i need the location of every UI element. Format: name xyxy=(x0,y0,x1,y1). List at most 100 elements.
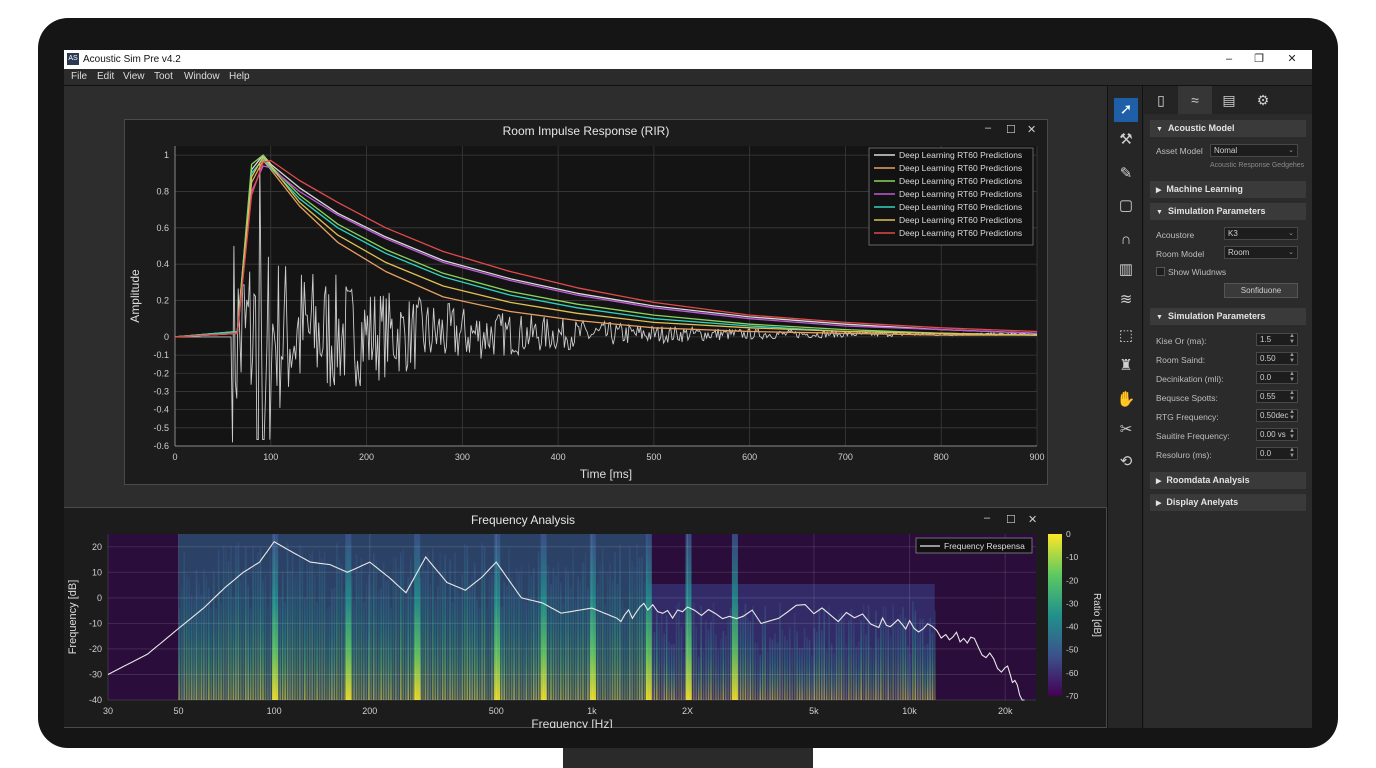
spectrogram-column xyxy=(180,588,183,700)
spectrogram-column xyxy=(833,652,835,700)
chevron-down-icon: ⌄ xyxy=(1288,230,1294,237)
curve-icon[interactable]: ∩ xyxy=(1114,228,1138,252)
param-label: RTG Frequency: xyxy=(1156,412,1219,422)
rir-minimize-button[interactable]: – xyxy=(985,122,991,134)
spectrogram-column xyxy=(510,577,513,700)
grid-select-icon[interactable]: ⬚ xyxy=(1114,324,1138,348)
rir-close-button[interactable]: ✕ xyxy=(1027,123,1036,136)
document-icon[interactable]: ▯ xyxy=(1144,86,1178,114)
spectrum-icon[interactable]: ≈ xyxy=(1178,86,1212,114)
menu-edit[interactable]: Edit xyxy=(97,71,114,82)
workspace: Room Impulse Response (RIR) – ☐ ✕ 0 100 20… xyxy=(64,86,1107,728)
spectrogram-column xyxy=(436,585,439,700)
freq-legend-label: Frequency Respensa xyxy=(944,541,1025,551)
section-display-analysis-label: Display Anelyats xyxy=(1166,497,1239,507)
spectrogram-column xyxy=(606,573,609,700)
freq-minimize-button[interactable]: – xyxy=(984,512,990,524)
spectrogram-column xyxy=(257,552,259,700)
asset-model-select[interactable]: Nomal ⌄ xyxy=(1210,144,1298,157)
rectangle-icon[interactable]: ▢ xyxy=(1114,194,1138,218)
rir-x-tick-label: 800 xyxy=(934,452,949,462)
crosshair-icon[interactable]: ✂ xyxy=(1114,418,1138,442)
settings-icon[interactable]: ⚙ xyxy=(1246,86,1280,114)
rir-x-tick-label: 700 xyxy=(838,452,853,462)
menu-tool[interactable]: Toot xyxy=(154,71,173,82)
section-display-analysis[interactable]: ▶ Display Anelyats xyxy=(1150,494,1306,511)
section-roomdata-analysis[interactable]: ▶ Roomdata Analysis xyxy=(1150,472,1306,489)
rir-y-axis-label: Amplitude xyxy=(128,269,142,323)
rir-x-axis-label: Time [ms] xyxy=(580,467,632,481)
maximize-button[interactable]: ❐ xyxy=(1244,51,1274,68)
spectrogram-column xyxy=(358,571,360,700)
chevron-down-icon: ⌄ xyxy=(1288,147,1294,154)
freq-x-tick-label: 50 xyxy=(173,706,183,716)
spectrogram-column xyxy=(926,643,929,700)
param-input[interactable]: 0.0 ▲ ▼ xyxy=(1256,371,1298,384)
tool-strip: ➚ ⚒ ✎ ▢ ∩ ▥ ≋ ⬚ ♜ ✋ ✂ ⟲ xyxy=(1107,86,1143,728)
spectrogram-column xyxy=(409,558,412,700)
section-simulation-parameters-2[interactable]: ▼ Simulation Parameters xyxy=(1150,308,1306,325)
spectrogram-column xyxy=(852,624,855,700)
menu-view[interactable]: View xyxy=(123,71,145,82)
magic-wand-icon[interactable]: ⚒ xyxy=(1114,128,1138,152)
spectrogram-column xyxy=(656,612,658,700)
param-input[interactable]: 0.50dec ▲ ▼ xyxy=(1256,409,1298,422)
close-button[interactable]: ✕ xyxy=(1277,51,1307,68)
spectrogram-column xyxy=(537,551,540,700)
param-label: Resoluro (ms): xyxy=(1156,450,1212,460)
waveform-icon[interactable]: ≋ xyxy=(1114,288,1138,312)
table-icon[interactable]: ▤ xyxy=(1212,86,1246,114)
menu-help[interactable]: Help xyxy=(229,71,250,82)
freq-x-tick-label: 30 xyxy=(103,706,113,716)
spectrogram-column xyxy=(798,647,801,700)
spectrogram-column xyxy=(877,637,880,700)
spectrogram-column xyxy=(904,617,907,700)
section-machine-learning[interactable]: ▶ Machine Learning xyxy=(1150,181,1306,198)
freq-maximize-button[interactable]: ☐ xyxy=(1006,513,1016,526)
param-input[interactable]: 0.00 vs ▲ ▼ xyxy=(1256,428,1298,441)
histogram-icon[interactable]: ▥ xyxy=(1114,258,1138,282)
spectrogram-column xyxy=(668,641,670,700)
spectrogram-column xyxy=(560,582,562,700)
spectrogram-column xyxy=(848,619,850,700)
frequency-panel-title: Frequency Analysis xyxy=(470,513,576,527)
chevron-down-icon: ⌄ xyxy=(1288,249,1294,256)
configure-button[interactable]: Sonfiduone xyxy=(1224,283,1298,298)
spectral-band xyxy=(494,534,501,700)
pencil-icon[interactable]: ✎ xyxy=(1114,162,1138,186)
spectrogram-column xyxy=(518,572,520,700)
spectrogram-column xyxy=(212,570,215,700)
spectrogram-column xyxy=(299,544,301,700)
freq-close-button[interactable]: ✕ xyxy=(1028,513,1037,526)
spectrogram-column xyxy=(220,602,222,700)
room-model-select[interactable]: Room ⌄ xyxy=(1224,246,1298,259)
minimize-button[interactable]: – xyxy=(1214,51,1244,68)
param-input[interactable]: 1.5 ▲ ▼ xyxy=(1256,333,1298,346)
rotate-icon[interactable]: ⟲ xyxy=(1114,450,1138,474)
spectrogram-column xyxy=(756,643,759,700)
stamp-icon[interactable]: ♜ xyxy=(1114,354,1138,378)
rir-y-tick-label: 0.4 xyxy=(156,259,169,269)
spectrogram-column xyxy=(230,545,232,700)
spectrogram-column xyxy=(816,631,818,700)
param-input[interactable]: 0.0 ▲ ▼ xyxy=(1256,447,1298,460)
show-windows-checkbox[interactable] xyxy=(1156,267,1165,276)
spectrogram-column xyxy=(924,645,926,700)
section-simulation-parameters[interactable]: ▼ Simulation Parameters xyxy=(1150,203,1306,220)
menu-file[interactable]: File xyxy=(71,71,87,82)
spectrogram-column xyxy=(281,572,284,700)
param-input[interactable]: 0.55 ▲ ▼ xyxy=(1256,390,1298,403)
param-input[interactable]: 0.50 ▲ ▼ xyxy=(1256,352,1298,365)
rir-y-tick-label: 0.8 xyxy=(156,186,169,196)
rir-x-tick-label: 400 xyxy=(551,452,566,462)
rir-maximize-button[interactable]: ☐ xyxy=(1006,123,1016,136)
spectrogram-column xyxy=(880,618,882,700)
menu-window[interactable]: Window xyxy=(184,71,220,82)
section-acoustic-model[interactable]: ▼ Acoustic Model xyxy=(1150,120,1306,137)
spectrogram-column xyxy=(616,584,619,700)
pointer-icon[interactable]: ➚ xyxy=(1114,98,1138,122)
hand-icon[interactable]: ✋ xyxy=(1114,388,1138,412)
spectrogram-column xyxy=(774,633,776,700)
spectrogram-column xyxy=(914,610,917,700)
acoustore-select[interactable]: K3 ⌄ xyxy=(1224,227,1298,240)
